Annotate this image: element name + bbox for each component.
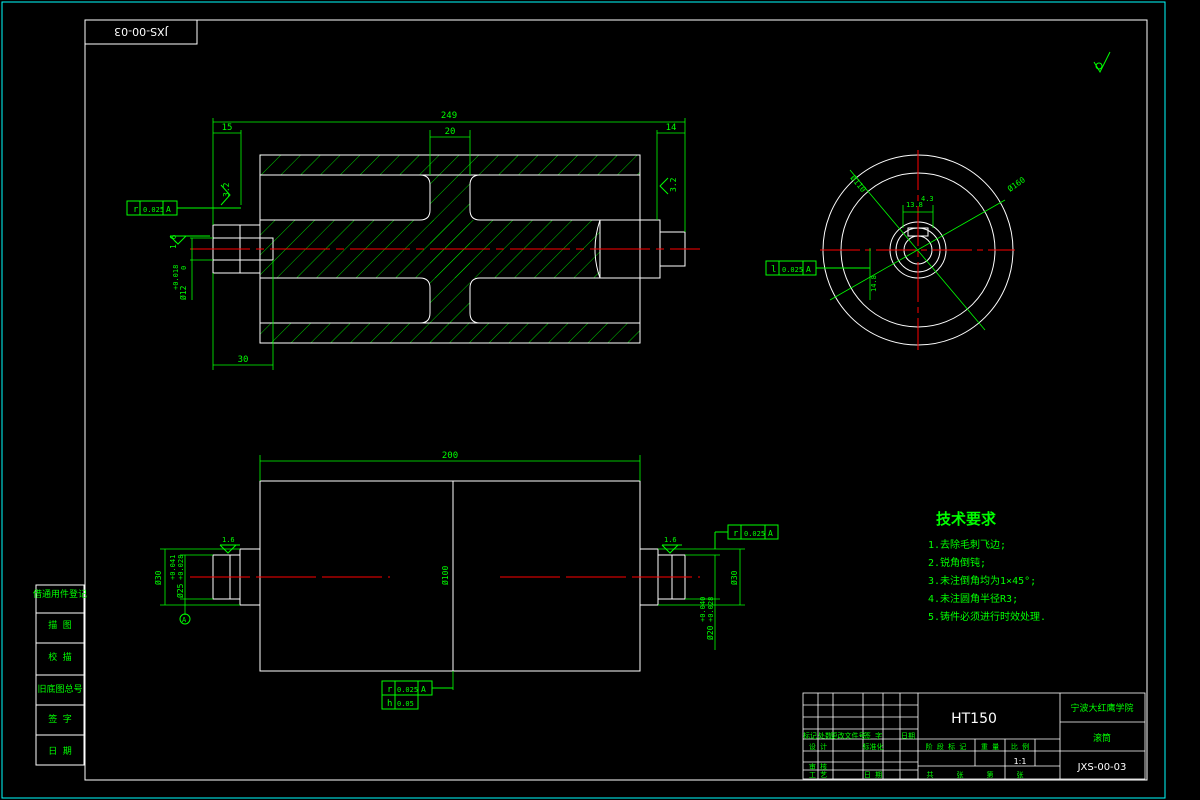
dim-overall-length: 249 [441,111,457,121]
bore-upper: +0.018 [172,265,180,290]
lower-view: 200 Ø100 Ø30 Ø25 +0.041 +0.028 Ø30 Ø20 +… [153,451,779,710]
tech-title: 技术要求 [936,510,997,528]
tb-sheet-label-1: 张 [957,770,964,779]
end-keyway: 14.8 [870,275,878,292]
tb-row-label-4: 日期 [901,732,915,740]
engineering-drawing: JXS-00-03 借通用件登记 描 图 校 描 旧底图总号 签 字 日 期 2… [1,1,1166,799]
margin-label-0: 借通用件登记 [33,588,87,600]
outer-border [1,1,1166,799]
tol-bottom1-datum: A [421,685,426,694]
roughness-left-value: 3.2 [222,182,231,197]
tb-material: HT150 [951,711,997,727]
tech-item-3: 4.未注圆角半径R3; [928,592,1018,605]
tech-requirements: 技术要求 1.去除毛刺飞边; 2.锐角倒钝; 3.未注倒角均为1×45°; 4.… [928,510,1046,623]
tol-bottom2-symbol: h [387,699,392,709]
dim-web-width: 20 [445,127,456,137]
tol-end-value: 0.025 [782,266,803,274]
tb-row3-label-0: 审 核 [809,762,827,771]
dim-left-boss-length: 30 [238,355,249,365]
tol-lower-right-datum: A [768,529,773,538]
dim-right-shoulder: 14 [666,123,677,133]
top-drawing-number: JXS-00-03 [114,25,169,38]
tb-scale: 1:1 [1014,757,1027,766]
roughness-lower-left: 1.6 [222,536,235,544]
general-roughness-icon [1093,51,1111,74]
lower-left-fit-lower: +0.028 [177,555,185,580]
margin-label-5: 日 期 [48,746,71,757]
margin-label-4: 签 字 [48,713,71,725]
tol-bottom1-value: 0.025 [397,686,418,694]
tech-item-2: 3.未注倒角均为1×45°; [928,574,1036,587]
tol-front-datum: A [166,205,171,214]
title-block: 标记 处数 更改文件号 签 字 日期 设 计 标准化 审 核 工 艺 日 期 H… [802,692,1146,780]
margin-label-3: 旧底图总号 [37,683,82,695]
tb-row4-label-0: 工 艺 [809,771,827,779]
tb-stage-label-0: 阶 段 标 记 [926,742,967,751]
tol-end-symbol: l [771,265,776,275]
tech-item-1: 2.锐角倒钝; [928,556,986,569]
tb-row-label-3: 签 字 [864,731,882,740]
tb-drawing-number: JXS-00-03 [1077,762,1127,773]
tb-row2-label-1: 标准化 [863,742,884,751]
lower-right-fit: Ø20 [705,625,715,640]
tb-sheet-label-2: 第 [987,770,994,779]
lower-right-shaft-dia: Ø30 [729,570,739,585]
lower-left-shaft-dia: Ø30 [153,570,163,585]
lower-body-dia: Ø100 [440,566,450,585]
datum-a-label: A [182,616,187,624]
tech-item-4: 5.铸件必须进行时效处理. [928,610,1046,623]
lower-left-fit-upper: +0.041 [169,555,177,580]
tb-row4-label-1: 日 期 [864,771,882,779]
roughness-right-value: 3.2 [669,177,678,192]
tb-stage-label-1: 重 量 [981,743,999,751]
end-view: Ø160 Ø110 13.8 4.3 14.8 l 0.025 A [765,150,1027,350]
roughness-lower-right: 1.6 [664,536,677,544]
roughness-right-icon [659,177,669,195]
dim-left-shoulder: 15 [222,123,233,133]
bore-lower: 0 [180,266,188,270]
margin-label-2: 校 描 [48,651,71,663]
lower-left-fit: Ø25 [175,583,185,598]
tb-school: 宁波大红鹰学院 [1070,702,1133,714]
end-key-depth: 4.3 [921,195,934,203]
tb-row-label-2: 更改文件号 [831,731,866,740]
tb-sheet-label-3: 张 [1017,770,1024,779]
tech-item-0: 1.去除毛刺飞边; [928,538,1006,551]
tol-end-datum: A [806,265,811,274]
inner-frame [84,19,1148,781]
tb-row-label-0: 标记 [803,731,817,740]
left-margin-table: 借通用件登记 描 图 校 描 旧底图总号 签 字 日 期 [33,584,87,766]
tol-bottom2-value: 0.05 [397,700,414,708]
tol-front-value: 0.025 [143,206,164,214]
roughness-bore-value: 1.6 [169,234,178,249]
tol-lower-right-value: 0.025 [744,530,765,538]
tb-part-name: 滚筒 [1093,732,1111,744]
lower-right-fit-upper: +0.040 [699,597,707,622]
lower-right-fit-lower: +0.028 [707,597,715,622]
tol-bottom1-symbol: r [387,685,393,695]
tb-row2-label-0: 设 计 [809,742,827,751]
margin-label-1: 描 图 [48,619,71,631]
tb-stage-label-2: 比 例 [1011,742,1029,751]
tb-sheet-label-0: 共 [927,770,934,779]
tol-lower-right-symbol: r [733,529,739,539]
tol-front-symbol: r [133,205,139,215]
lower-length: 200 [442,451,458,461]
end-outer-dia: Ø160 [1005,174,1027,193]
section-view: 249 15 20 14 30 3.2 3.2 1.6 Ø12 +0.018 0 [126,111,700,370]
end-middle-dia: Ø110 [848,173,868,194]
